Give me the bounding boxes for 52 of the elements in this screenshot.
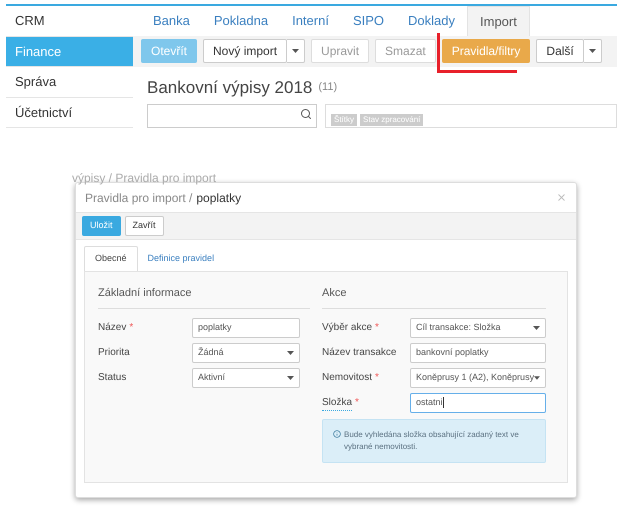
tab[interactable]: Import	[467, 6, 530, 36]
text-field[interactable]: bankovní poplatky	[410, 342, 546, 362]
field-label: Status	[98, 371, 126, 385]
text-field[interactable]: ostatni	[410, 392, 546, 412]
search-icon	[300, 108, 312, 120]
dialog-tab[interactable]: Obecné	[84, 246, 138, 271]
tab[interactable]: Doklady	[396, 6, 467, 36]
field-label: Složka	[322, 394, 352, 410]
required-mark: *	[129, 321, 134, 335]
caret-icon	[292, 49, 300, 54]
caret-icon	[287, 376, 294, 380]
tab[interactable]: SIPO	[340, 6, 396, 36]
caret-icon	[533, 326, 540, 330]
dialog-tab[interactable]: Definice pravidel	[138, 246, 224, 271]
search-field[interactable]	[147, 104, 317, 128]
dropdown-toggle[interactable]	[287, 39, 306, 64]
sidebar-item[interactable]: Správa	[6, 67, 133, 98]
field-label: Nemovitost	[322, 371, 372, 385]
text-cursor	[442, 397, 444, 408]
tab[interactable]: Interní	[280, 6, 341, 36]
caret-icon	[287, 350, 294, 354]
info-icon	[333, 430, 341, 438]
field-label: Název transakce	[322, 346, 396, 360]
required-mark: *	[375, 371, 379, 385]
select-field[interactable]: Cíl transakce: Složka	[410, 318, 546, 338]
select-field[interactable]: Žádná	[192, 342, 300, 362]
field-label: Priorita	[98, 346, 130, 360]
dialog-button[interactable]: Zavřít	[124, 216, 164, 236]
select-field[interactable]: Koněprusy 1 (A2), Koněprusy	[410, 368, 546, 388]
caret-icon	[534, 376, 540, 380]
toolbar-button[interactable]: Další	[536, 39, 584, 64]
field-label: Výběr akce	[322, 321, 372, 335]
required-mark: *	[375, 321, 379, 335]
caret-icon	[588, 49, 596, 54]
sidebar-item[interactable]: CRM	[6, 6, 133, 36]
section-heading: Akce	[322, 287, 346, 299]
count-label: (11)	[318, 80, 338, 95]
dialog-title: poplatky	[196, 190, 242, 206]
text-field[interactable]: poplatky	[192, 318, 300, 338]
tab[interactable]: Banka	[141, 6, 202, 36]
section-heading: Základní informace	[98, 287, 192, 299]
toolbar-button[interactable]: Nový import	[203, 39, 288, 64]
select-field[interactable]: Aktivní	[192, 368, 300, 388]
breadcrumb: výpisy / Pravidla pro import	[72, 171, 216, 185]
field-label: Název	[98, 321, 126, 335]
dialog-breadcrumb: Pravidla pro import /	[85, 190, 192, 206]
info-text: Bude vyhledána složka obsahující zadaný text ve vybrané nemovitosti.	[344, 429, 520, 453]
dropdown-toggle[interactable]	[584, 39, 602, 64]
sidebar-item[interactable]: Účetnictví	[6, 98, 133, 128]
page-title: Bankovní výpisy 2018	[147, 76, 312, 98]
tab[interactable]: Pokladna	[202, 6, 280, 36]
required-mark: *	[355, 396, 359, 410]
